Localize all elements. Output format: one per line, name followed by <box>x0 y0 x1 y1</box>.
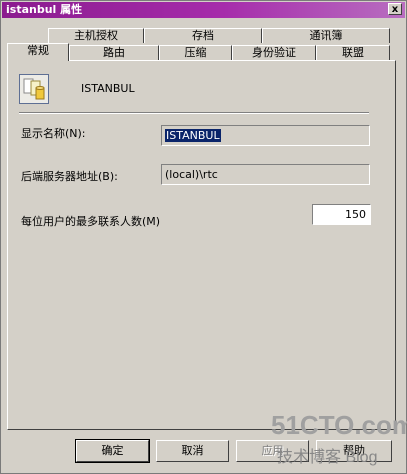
max-contacts-label: 每位用户的最多联系人数(M) <box>21 215 161 228</box>
tab-host-authorization[interactable]: 主机授权 <box>48 28 144 43</box>
help-button[interactable]: 帮助 <box>316 440 392 462</box>
general-tab-panel <box>7 60 396 430</box>
help-button-label: 帮助 <box>343 444 365 457</box>
close-button[interactable]: x <box>388 3 402 15</box>
max-contacts-input[interactable]: 150 <box>312 204 371 225</box>
tab-label: 主机授权 <box>74 29 118 42</box>
tab-compression[interactable]: 压缩 <box>159 45 232 60</box>
backend-address-field[interactable]: (local)\rtc <box>161 164 370 185</box>
backend-address-value: (local)\rtc <box>165 168 218 181</box>
backend-address-label: 后端服务器地址(B): <box>21 170 118 183</box>
close-icon: x <box>391 4 399 15</box>
max-contacts-value: 150 <box>345 208 366 221</box>
apply-button-label: 应用 <box>261 444 284 457</box>
server-icon <box>19 74 49 104</box>
tab-federation[interactable]: 联盟 <box>316 45 390 60</box>
ok-button[interactable]: 确定 <box>75 439 150 463</box>
display-name-field[interactable]: ISTANBUL <box>161 125 370 146</box>
tab-label: 常规 <box>27 44 49 57</box>
properties-dialog: istanbul 属性 x 主机授权 存档 通讯簿 常规 路由 压缩 身份验证 … <box>0 0 407 474</box>
tab-label: 存档 <box>192 29 214 42</box>
cancel-button-label: 取消 <box>181 444 204 457</box>
separator <box>19 112 369 114</box>
tab-address-book[interactable]: 通讯簿 <box>262 28 390 43</box>
tab-general[interactable]: 常规 <box>7 43 69 61</box>
tab-label: 路由 <box>103 46 125 59</box>
display-name-label: 显示名称(N): <box>21 127 86 140</box>
tab-label: 通讯簿 <box>309 29 343 42</box>
tab-label: 联盟 <box>342 46 364 59</box>
tab-label: 压缩 <box>184 46 207 59</box>
title-bar[interactable]: istanbul 属性 x <box>2 2 405 18</box>
cancel-button[interactable]: 取消 <box>156 440 229 462</box>
display-name-value: ISTANBUL <box>165 129 221 142</box>
tab-label: 身份验证 <box>252 46 296 59</box>
apply-button[interactable]: 应用 <box>236 440 309 462</box>
tab-routing[interactable]: 路由 <box>69 45 159 60</box>
tab-archiving[interactable]: 存档 <box>144 28 262 43</box>
server-name: ISTANBUL <box>81 82 135 95</box>
window-title: istanbul 属性 <box>6 3 83 16</box>
tab-authentication[interactable]: 身份验证 <box>232 45 316 60</box>
ok-button-label: 确定 <box>101 444 124 457</box>
